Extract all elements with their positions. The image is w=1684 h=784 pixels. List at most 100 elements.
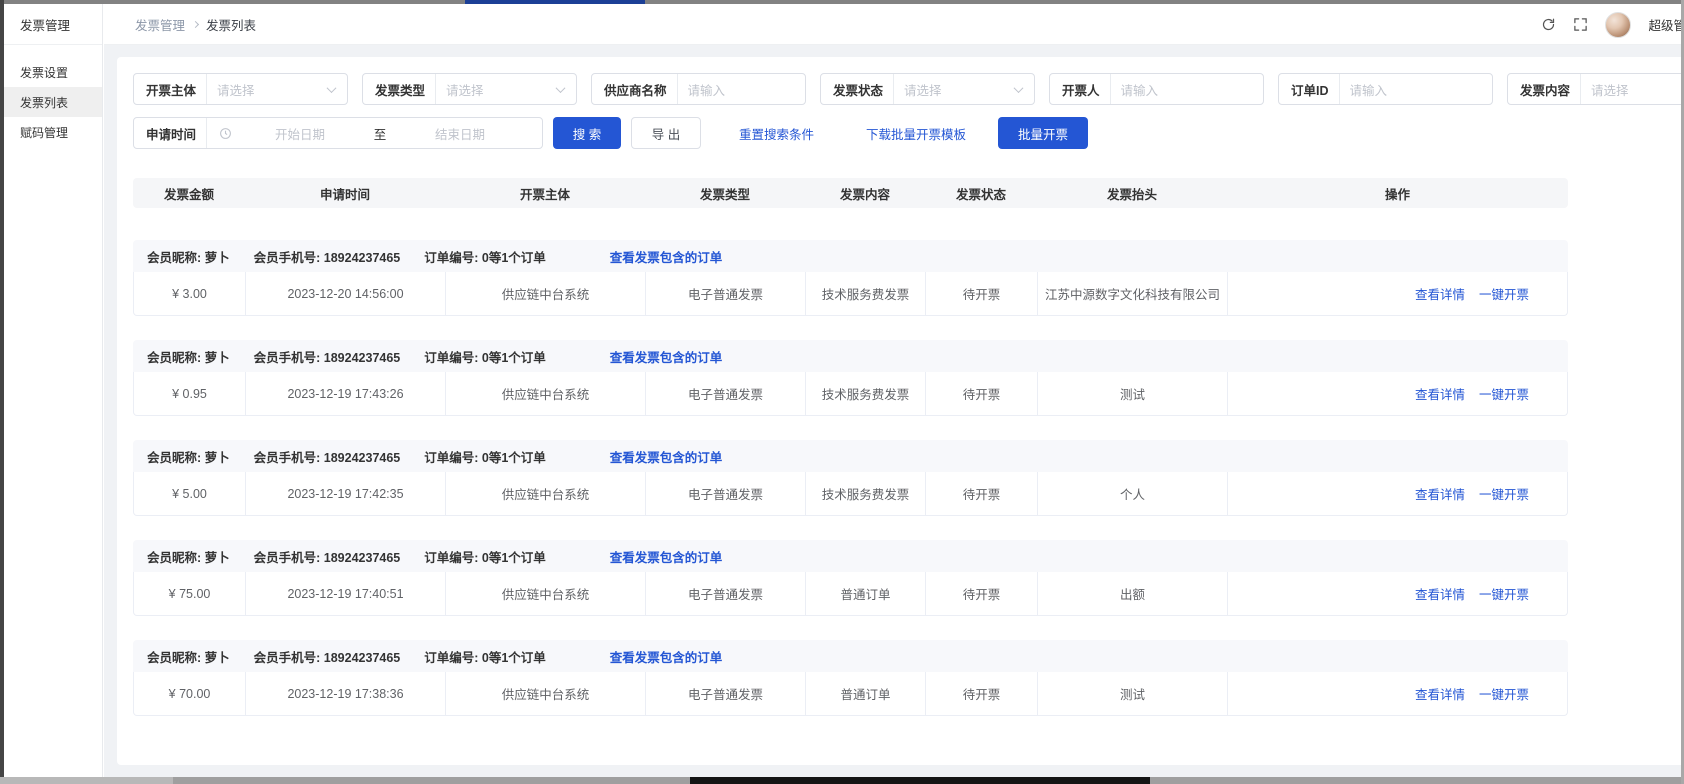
order-number: 订单编号: 0等1个订单 — [424, 247, 546, 266]
filter-label: 发票状态 — [821, 80, 893, 99]
view-detail-link[interactable]: 查看详情 — [1415, 684, 1465, 703]
member-phone: 会员手机号: 18924237465 — [254, 647, 401, 666]
one-click-issue-link[interactable]: 一键开票 — [1479, 584, 1529, 603]
view-included-orders-link[interactable]: 查看发票包含的订单 — [610, 447, 723, 466]
table-row: ¥ 0.95 2023-12-19 17:43:26 供应链中台系统 电子普通发… — [133, 372, 1568, 416]
filter-label: 开票主体 — [134, 80, 206, 99]
cell-subject: 供应链中台系统 — [446, 472, 646, 515]
filter-supplier-input[interactable]: 供应商名称 请输入 — [591, 73, 806, 105]
filter-invoice-type-select[interactable]: 发票类型 请选择 — [362, 73, 577, 105]
cell-subject: 供应链中台系统 — [446, 572, 646, 615]
cell-type: 电子普通发票 — [646, 372, 806, 415]
view-detail-link[interactable]: 查看详情 — [1415, 584, 1465, 603]
cell-subject: 供应链中台系统 — [446, 372, 646, 415]
cell-content: 技术服务费发票 — [806, 472, 926, 515]
group-header: 会员昵称: 萝卜 会员手机号: 18924237465 订单编号: 0等1个订单… — [133, 240, 1568, 272]
sidebar-item-code-management[interactable]: 赋码管理 — [4, 117, 102, 147]
member-phone: 会员手机号: 18924237465 — [254, 447, 401, 466]
breadcrumb-root[interactable]: 发票管理 — [135, 15, 185, 34]
cell-type: 电子普通发票 — [646, 572, 806, 615]
one-click-issue-link[interactable]: 一键开票 — [1479, 484, 1529, 503]
member-phone: 会员手机号: 18924237465 — [254, 347, 401, 366]
view-detail-link[interactable]: 查看详情 — [1415, 384, 1465, 403]
table-row: ¥ 75.00 2023-12-19 17:40:51 供应链中台系统 电子普通… — [133, 572, 1568, 616]
view-detail-link[interactable]: 查看详情 — [1415, 484, 1465, 503]
start-date-input[interactable]: 开始日期 — [240, 124, 360, 143]
filter-row-2: 申请时间 开始日期 至 结束日期 搜 索 导 出 重置搜索条件 下载批量开票模板… — [133, 117, 1684, 149]
filter-issuer-input[interactable]: 开票人 请输入 — [1049, 73, 1264, 105]
download-template-link[interactable]: 下载批量开票模板 — [866, 124, 966, 143]
filter-row-1: 开票主体 请选择 发票类型 请选择 供应商名称 请输入 发票状态 请选择 开票人… — [133, 73, 1684, 105]
invoice-group: 会员昵称: 萝卜 会员手机号: 18924237465 订单编号: 0等1个订单… — [133, 240, 1568, 316]
order-number: 订单编号: 0等1个订单 — [424, 647, 546, 666]
one-click-issue-link[interactable]: 一键开票 — [1479, 384, 1529, 403]
top-header: 发票管理 发票列表 超级管理员 — [104, 4, 1684, 45]
invoice-group: 会员昵称: 萝卜 会员手机号: 18924237465 订单编号: 0等1个订单… — [133, 340, 1568, 416]
date-range-separator: 至 — [360, 124, 400, 143]
filter-placeholder: 请输入 — [1111, 80, 1263, 99]
cell-actions: 查看详情 一键开票 — [1228, 472, 1569, 515]
column-header-subject: 开票主体 — [445, 178, 645, 208]
view-detail-link[interactable]: 查看详情 — [1415, 284, 1465, 303]
horizontal-scrollbar[interactable] — [0, 777, 1684, 784]
filter-invoice-content-select[interactable]: 发票内容 请选择 — [1507, 73, 1684, 105]
filter-placeholder: 请输入 — [1340, 80, 1492, 99]
cell-status: 待开票 — [926, 372, 1038, 415]
batch-invoice-button[interactable]: 批量开票 — [998, 117, 1088, 149]
chevron-down-icon — [556, 83, 566, 93]
filter-order-id-input[interactable]: 订单ID 请输入 — [1278, 73, 1493, 105]
user-name[interactable]: 超级管理员 — [1648, 15, 1684, 34]
invoice-group: 会员昵称: 萝卜 会员手机号: 18924237465 订单编号: 0等1个订单… — [133, 640, 1568, 716]
group-header: 会员昵称: 萝卜 会员手机号: 18924237465 订单编号: 0等1个订单… — [133, 540, 1568, 572]
column-header-content: 发票内容 — [805, 178, 925, 208]
cell-content: 普通订单 — [806, 672, 926, 715]
cell-actions: 查看详情 一键开票 — [1228, 272, 1569, 315]
filter-label: 发票类型 — [363, 80, 435, 99]
column-header-title: 发票抬头 — [1037, 178, 1227, 208]
view-included-orders-link[interactable]: 查看发票包含的订单 — [610, 547, 723, 566]
user-avatar[interactable] — [1605, 12, 1631, 38]
filter-placeholder: 请选择 — [436, 80, 557, 99]
sidebar-item-invoice-settings[interactable]: 发票设置 — [4, 57, 102, 87]
cell-apply-time: 2023-12-19 17:38:36 — [246, 672, 446, 715]
cell-subject: 供应链中台系统 — [446, 272, 646, 315]
cell-content: 技术服务费发票 — [806, 372, 926, 415]
column-header-apply-time: 申请时间 — [245, 178, 445, 208]
cell-type: 电子普通发票 — [646, 472, 806, 515]
member-nickname: 会员昵称: 萝卜 — [147, 347, 230, 366]
fullscreen-icon[interactable] — [1573, 17, 1588, 32]
invoice-group: 会员昵称: 萝卜 会员手机号: 18924237465 订单编号: 0等1个订单… — [133, 440, 1568, 516]
one-click-issue-link[interactable]: 一键开票 — [1479, 684, 1529, 703]
member-nickname: 会员昵称: 萝卜 — [147, 447, 230, 466]
view-included-orders-link[interactable]: 查看发票包含的订单 — [610, 647, 723, 666]
filter-subject-select[interactable]: 开票主体 请选择 — [133, 73, 348, 105]
refresh-icon[interactable] — [1541, 17, 1556, 32]
window-left-edge — [0, 0, 4, 784]
cell-type: 电子普通发票 — [646, 672, 806, 715]
filter-apply-time-range[interactable]: 申请时间 开始日期 至 结束日期 — [133, 117, 543, 149]
filter-placeholder: 请输入 — [678, 80, 805, 99]
end-date-input[interactable]: 结束日期 — [400, 124, 520, 143]
sidebar-menu: 发票设置 发票列表 赋码管理 — [4, 45, 102, 147]
cell-status: 待开票 — [926, 572, 1038, 615]
order-number: 订单编号: 0等1个订单 — [424, 447, 546, 466]
search-button[interactable]: 搜 索 — [553, 117, 621, 149]
table-row: ¥ 3.00 2023-12-20 14:56:00 供应链中台系统 电子普通发… — [133, 272, 1568, 316]
cell-type: 电子普通发票 — [646, 272, 806, 315]
column-header-status: 发票状态 — [925, 178, 1037, 208]
reset-search-link[interactable]: 重置搜索条件 — [739, 124, 814, 143]
cell-actions: 查看详情 一键开票 — [1228, 672, 1569, 715]
export-button[interactable]: 导 出 — [631, 117, 701, 149]
cell-amount: ¥ 5.00 — [134, 472, 246, 515]
column-header-amount: 发票金额 — [133, 178, 245, 208]
filter-placeholder: 请选择 — [1581, 80, 1684, 99]
horizontal-scrollbar-thumb[interactable] — [690, 777, 1150, 784]
cell-subject: 供应链中台系统 — [446, 672, 646, 715]
order-number: 订单编号: 0等1个订单 — [424, 547, 546, 566]
view-included-orders-link[interactable]: 查看发票包含的订单 — [610, 247, 723, 266]
sidebar-item-invoice-list[interactable]: 发票列表 — [4, 87, 102, 117]
one-click-issue-link[interactable]: 一键开票 — [1479, 284, 1529, 303]
filter-invoice-status-select[interactable]: 发票状态 请选择 — [820, 73, 1035, 105]
clock-icon — [219, 127, 232, 140]
view-included-orders-link[interactable]: 查看发票包含的订单 — [610, 347, 723, 366]
